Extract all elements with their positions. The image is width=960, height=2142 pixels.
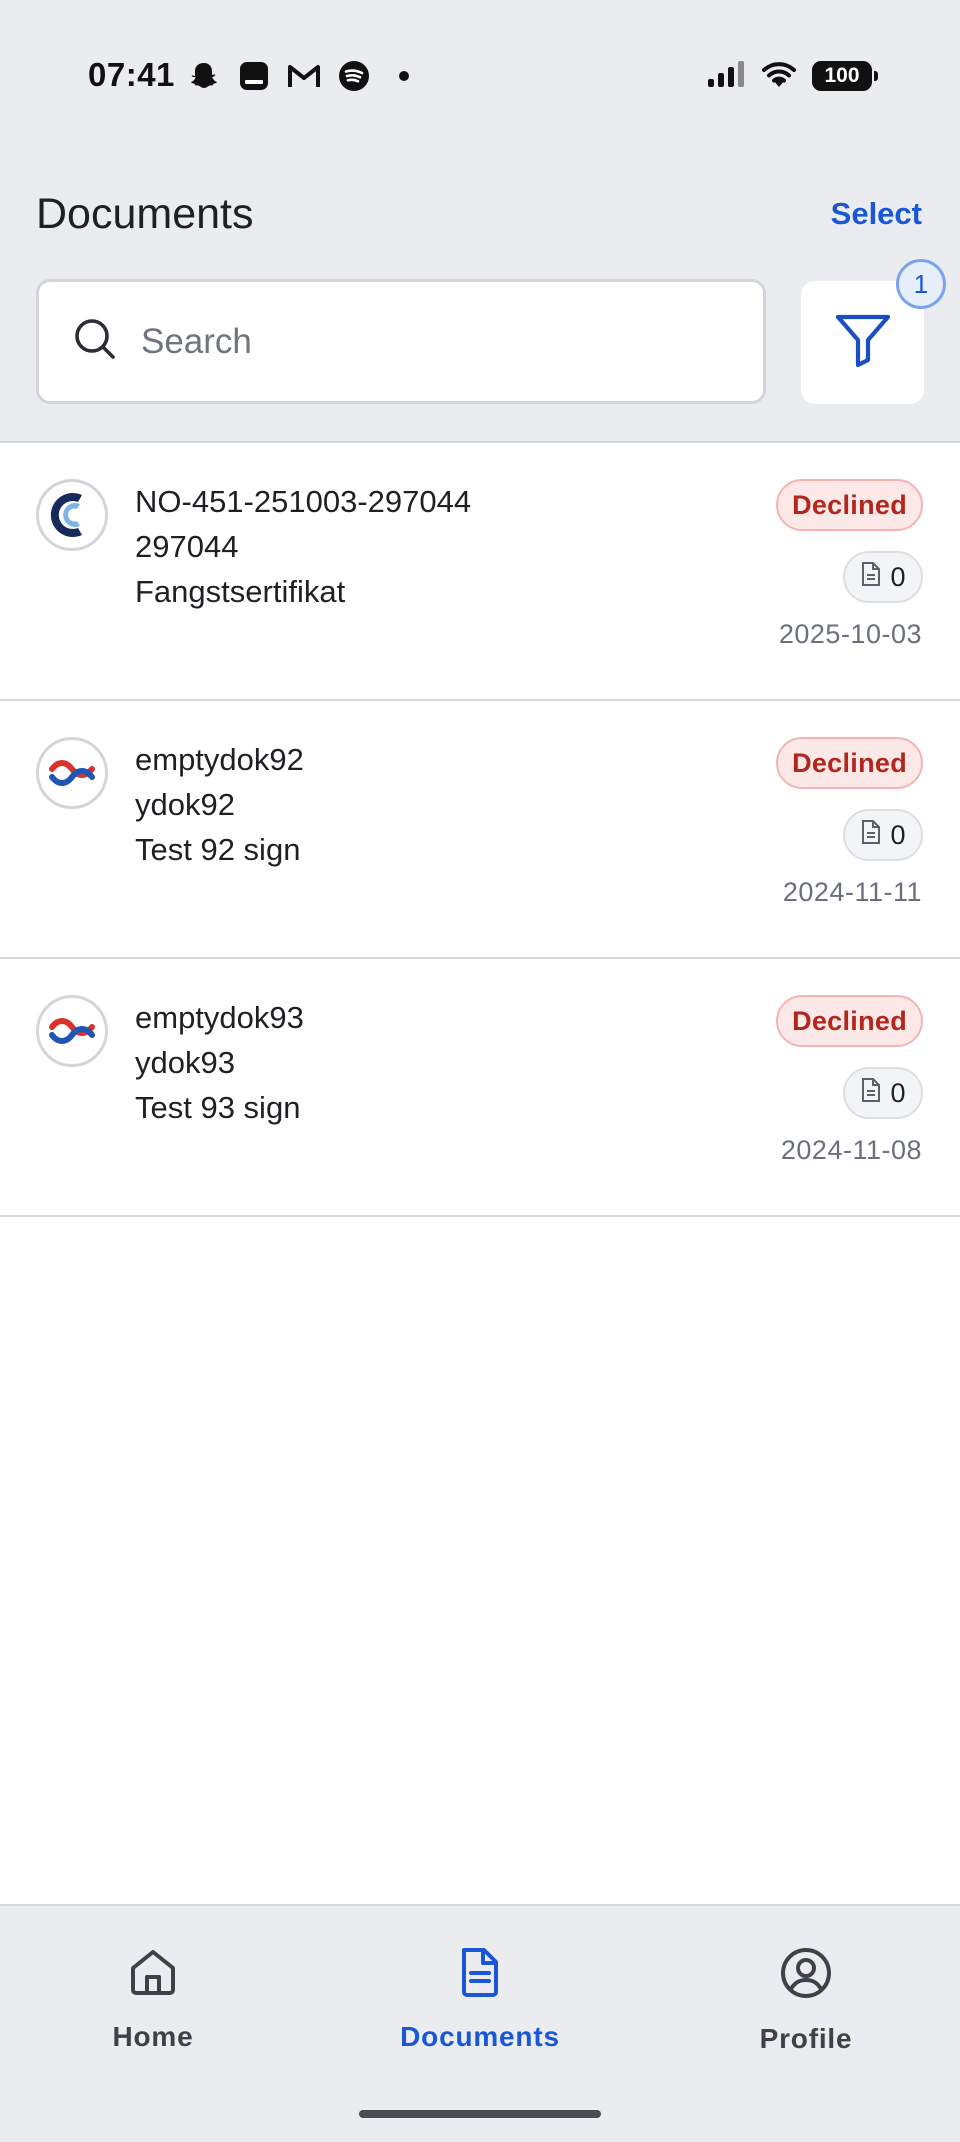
filter-count-badge: 1 bbox=[896, 259, 946, 309]
document-reference: NO-451-251003-297044 bbox=[135, 484, 472, 519]
document-row[interactable]: emptydok93 ydok93 Test 93 sign Declined … bbox=[0, 959, 960, 1217]
dot-icon bbox=[386, 58, 422, 94]
select-button[interactable]: Select bbox=[831, 196, 922, 232]
document-info: NO-451-251003-297044 297044 Fangstsertif… bbox=[135, 479, 471, 614]
document-number: ydok93 bbox=[135, 1045, 235, 1080]
document-number: ydok92 bbox=[135, 787, 235, 822]
page-title: Documents bbox=[36, 190, 254, 238]
attachment-count: 0 bbox=[890, 819, 906, 850]
search-input[interactable] bbox=[141, 321, 701, 362]
nav-documents[interactable]: Documents bbox=[380, 1946, 580, 2066]
document-row[interactable]: emptydok92 ydok92 Test 92 sign Declined … bbox=[0, 701, 960, 959]
battery-indicator: 100 bbox=[812, 61, 878, 91]
document-row[interactable]: NO-451-251003-297044 297044 Fangstsertif… bbox=[0, 443, 960, 701]
document-info: emptydok92 ydok92 Test 92 sign bbox=[135, 737, 304, 872]
blue-c-logo-icon bbox=[36, 479, 108, 551]
document-number: 297044 bbox=[135, 529, 239, 564]
document-list: NO-451-251003-297044 297044 Fangstsertif… bbox=[0, 443, 960, 1217]
nav-documents-label: Documents bbox=[400, 2021, 560, 2052]
search-field[interactable] bbox=[36, 279, 766, 404]
snapchat-icon bbox=[186, 58, 222, 94]
attachment-count: 0 bbox=[890, 561, 906, 592]
status-bar: 07:41 100 bbox=[0, 0, 960, 150]
attachment-count-chip: 0 bbox=[843, 1067, 923, 1119]
document-info: emptydok93 ydok93 Test 93 sign bbox=[135, 995, 304, 1130]
nav-profile[interactable]: Profile bbox=[706, 1946, 906, 2066]
status-time: 07:41 bbox=[88, 56, 175, 93]
document-icon bbox=[454, 1946, 506, 2003]
wifi-icon bbox=[760, 59, 798, 94]
status-badge: Declined bbox=[776, 737, 923, 789]
bottom-navigation: Home Documents Profile bbox=[0, 1904, 960, 2142]
red-blue-chain-logo-icon bbox=[36, 737, 108, 809]
status-badge: Declined bbox=[776, 995, 923, 1047]
status-badge: Declined bbox=[776, 479, 923, 531]
notification-icons bbox=[186, 58, 422, 94]
spotify-icon bbox=[336, 58, 372, 94]
home-icon bbox=[127, 1946, 179, 2003]
document-icon bbox=[860, 1077, 882, 1110]
nav-profile-label: Profile bbox=[759, 2023, 853, 2054]
attachment-count-chip: 0 bbox=[843, 809, 923, 861]
gmail-icon bbox=[286, 58, 322, 94]
app-icon bbox=[236, 58, 272, 94]
attachment-count: 0 bbox=[890, 1077, 906, 1108]
signal-icon bbox=[706, 59, 746, 94]
system-icons: 100 bbox=[706, 58, 878, 94]
attachment-count-chip: 0 bbox=[843, 551, 923, 603]
search-icon bbox=[73, 317, 117, 366]
nav-home-label: Home bbox=[112, 2021, 194, 2052]
header-area: 07:41 100 Documents Select Search 1 bbox=[0, 0, 960, 443]
filter-icon bbox=[833, 312, 893, 373]
red-blue-chain-logo-icon bbox=[36, 995, 108, 1067]
document-type: Test 92 sign bbox=[135, 832, 301, 867]
document-reference: emptydok92 bbox=[135, 742, 304, 777]
document-type: Test 93 sign bbox=[135, 1090, 301, 1125]
document-icon bbox=[860, 819, 882, 852]
document-icon bbox=[860, 561, 882, 594]
user-circle-icon bbox=[779, 1946, 833, 2005]
nav-home[interactable]: Home bbox=[53, 1946, 253, 2066]
document-type: Fangstsertifikat bbox=[135, 574, 346, 609]
document-date: 2024-11-08 bbox=[780, 1135, 922, 1165]
home-indicator[interactable] bbox=[359, 2110, 601, 2118]
document-date: 2025-10-03 bbox=[778, 619, 922, 649]
document-date: 2024-11-11 bbox=[782, 877, 922, 907]
document-reference: emptydok93 bbox=[135, 1000, 304, 1035]
